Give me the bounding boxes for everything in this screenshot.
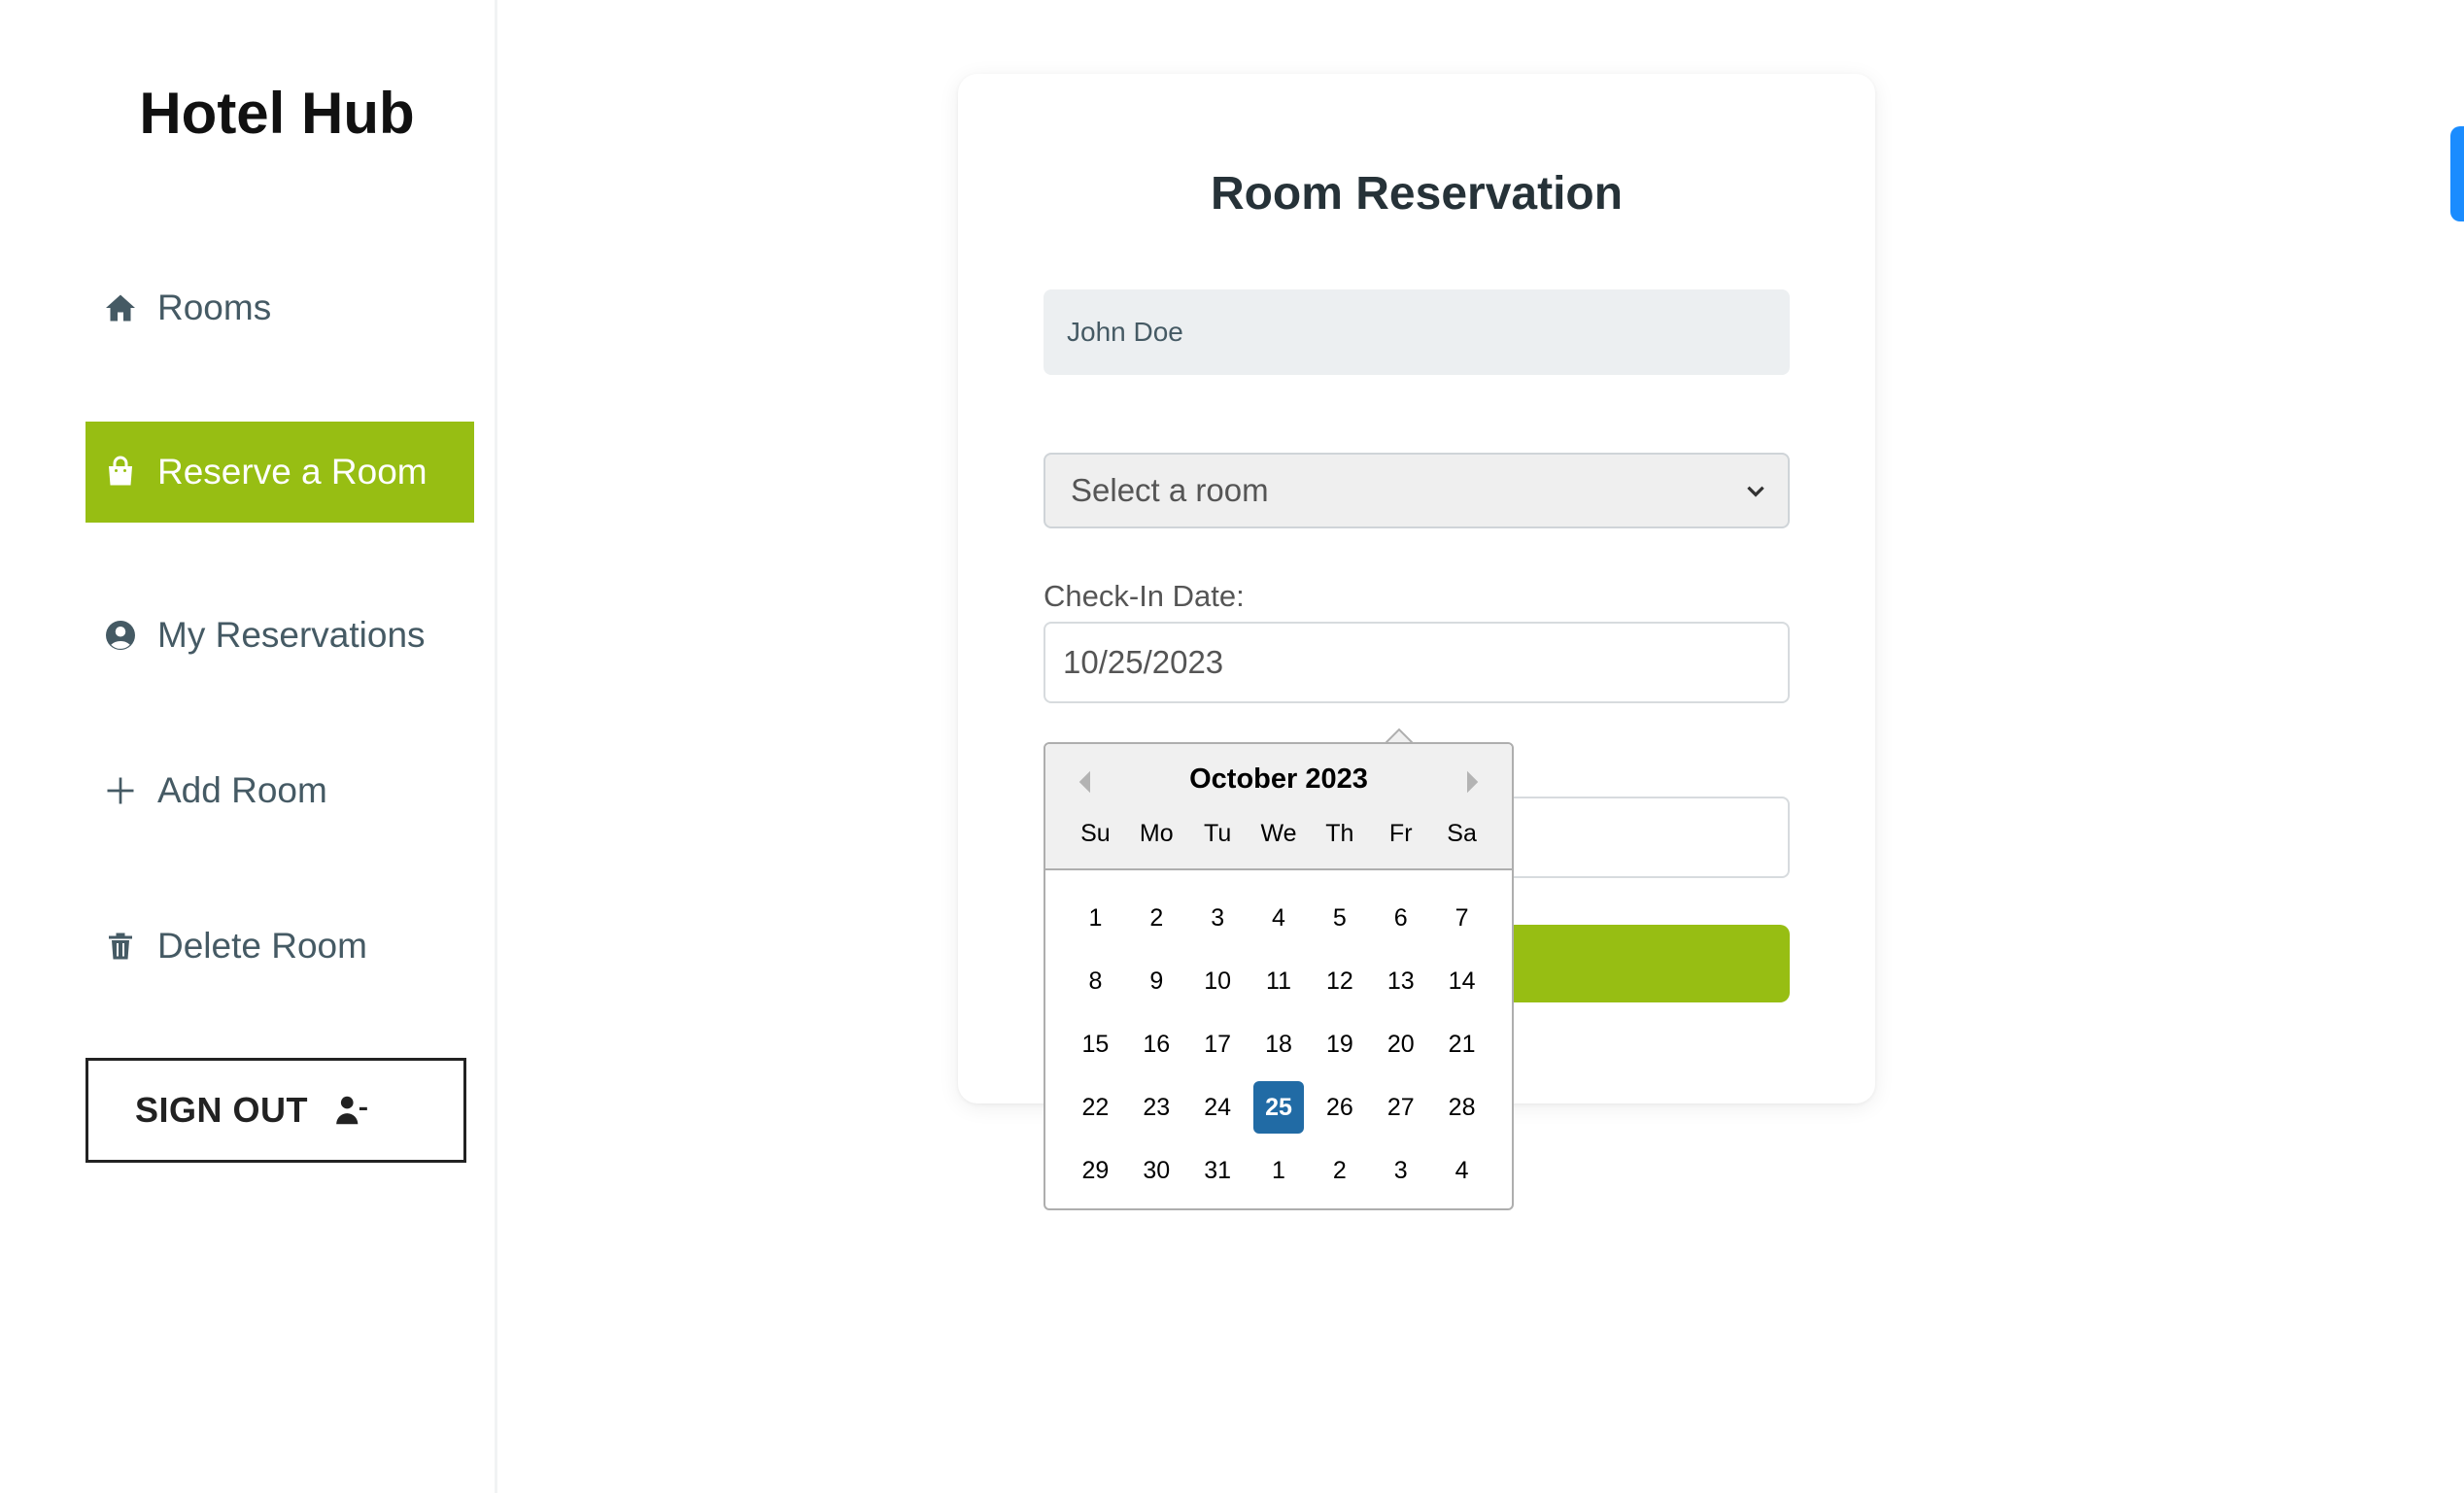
datepicker-header: October 2023 Su Mo Tu We Th Fr Sa xyxy=(1045,744,1512,870)
sidebar-item-my-reservations[interactable]: My Reservations xyxy=(86,585,474,686)
weekday-label: Th xyxy=(1325,820,1354,847)
datepicker-day[interactable]: 4 xyxy=(1437,1144,1488,1197)
weekday-label: Mo xyxy=(1139,820,1174,847)
datepicker-day[interactable]: 2 xyxy=(1131,892,1181,944)
weekday-label: Su xyxy=(1080,820,1111,847)
chevron-right-icon xyxy=(1467,770,1479,794)
sidebar-item-label: Add Room xyxy=(157,770,327,810)
name-field-value: John Doe xyxy=(1067,317,1183,347)
edge-tab[interactable] xyxy=(2450,126,2464,221)
datepicker-day[interactable]: 31 xyxy=(1192,1144,1243,1197)
datepicker-day[interactable]: 10 xyxy=(1192,955,1243,1007)
sidebar-item-add-room[interactable]: Add Room xyxy=(86,740,474,841)
sign-out-button[interactable]: SIGN OUT xyxy=(86,1058,466,1163)
datepicker-month-label: October 2023 xyxy=(1189,763,1368,795)
sidebar-item-label: My Reservations xyxy=(157,615,426,655)
datepicker-week: 8 9 10 11 12 13 14 xyxy=(1065,949,1492,1012)
datepicker-week: 29 30 31 1 2 3 4 xyxy=(1065,1138,1492,1202)
plus-icon xyxy=(103,773,138,808)
sidebar: Hotel Hub Rooms Reserve a Room My Reserv… xyxy=(0,0,497,1493)
datepicker-day[interactable]: 26 xyxy=(1315,1081,1365,1134)
datepicker-day[interactable]: 30 xyxy=(1131,1144,1181,1197)
datepicker-day[interactable]: 8 xyxy=(1071,955,1121,1007)
room-select-value: Select a room xyxy=(1071,472,1269,508)
datepicker-day[interactable]: 29 xyxy=(1071,1144,1121,1197)
sidebar-item-reserve-a-room[interactable]: Reserve a Room xyxy=(86,422,474,523)
datepicker-day[interactable]: 24 xyxy=(1192,1081,1243,1134)
datepicker-day[interactable]: 1 xyxy=(1253,1144,1304,1197)
checkin-label: Check-In Date: xyxy=(1044,579,1245,613)
sign-out-label: SIGN OUT xyxy=(135,1090,309,1130)
datepicker-day[interactable]: 14 xyxy=(1437,955,1488,1007)
datepicker-day[interactable]: 11 xyxy=(1253,955,1304,1007)
sidebar-item-label: Delete Room xyxy=(157,926,367,966)
datepicker-day[interactable]: 2 xyxy=(1315,1144,1365,1197)
datepicker-day[interactable]: 13 xyxy=(1376,955,1426,1007)
user-minus-icon xyxy=(333,1092,370,1129)
datepicker-day[interactable]: 19 xyxy=(1315,1018,1365,1070)
datepicker-day[interactable]: 9 xyxy=(1131,955,1181,1007)
datepicker-day[interactable]: 20 xyxy=(1376,1018,1426,1070)
datepicker-day[interactable]: 3 xyxy=(1192,892,1243,944)
datepicker-day[interactable]: 4 xyxy=(1253,892,1304,944)
sidebar-item-label: Reserve a Room xyxy=(157,452,428,492)
datepicker-day[interactable]: 27 xyxy=(1376,1081,1426,1134)
weekday-label: Tu xyxy=(1204,820,1232,847)
shopping-bag-icon xyxy=(103,455,138,490)
home-icon xyxy=(103,290,138,325)
datepicker-day[interactable]: 23 xyxy=(1131,1081,1181,1134)
datepicker-day[interactable]: 18 xyxy=(1253,1018,1304,1070)
datepicker-day[interactable]: 16 xyxy=(1131,1018,1181,1070)
datepicker-day[interactable]: 3 xyxy=(1376,1144,1426,1197)
page-title: Room Reservation xyxy=(1210,168,1624,220)
checkin-date-input[interactable]: 10/25/2023 xyxy=(1044,622,1790,703)
datepicker-week: 15 16 17 18 19 20 21 xyxy=(1065,1012,1492,1075)
datepicker-day[interactable]: 28 xyxy=(1437,1081,1488,1134)
room-select[interactable]: Select a room xyxy=(1044,453,1790,528)
datepicker-day[interactable]: 7 xyxy=(1437,892,1488,944)
datepicker-day[interactable]: 21 xyxy=(1437,1018,1488,1070)
datepicker-day[interactable]: 17 xyxy=(1192,1018,1243,1070)
datepicker-days: 1 2 3 4 5 6 7 8 9 10 11 12 13 14 15 16 17 18 19 20 21 22 23 24 2… xyxy=(1065,886,1492,1202)
chevron-down-icon xyxy=(1747,486,1764,497)
weekday-label: Fr xyxy=(1388,820,1413,847)
name-field[interactable]: John Doe xyxy=(1044,289,1790,375)
datepicker-day[interactable]: 15 xyxy=(1071,1018,1121,1070)
sidebar-item-delete-room[interactable]: Delete Room xyxy=(86,896,474,997)
datepicker: October 2023 Su Mo Tu We Th Fr Sa 123456… xyxy=(1044,742,1514,1210)
trash-icon xyxy=(103,929,138,964)
user-circle-icon xyxy=(103,618,138,653)
datepicker-week: 22 23 24 25 26 27 28 xyxy=(1065,1075,1492,1138)
datepicker-day-selected[interactable]: 25 xyxy=(1253,1080,1304,1134)
sidebar-item-rooms[interactable]: Rooms xyxy=(86,257,474,358)
brand-title: Hotel Hub xyxy=(139,81,415,146)
next-month-button[interactable] xyxy=(1457,767,1487,797)
weekday-label: We xyxy=(1260,820,1297,847)
weekday-label: Sa xyxy=(1447,820,1477,847)
checkin-date-value: 10/25/2023 xyxy=(1063,644,1224,680)
datepicker-day[interactable]: 6 xyxy=(1376,892,1426,944)
datepicker-day[interactable]: 12 xyxy=(1315,955,1365,1007)
datepicker-week: 1234567 xyxy=(1065,886,1492,949)
datepicker-day[interactable]: 22 xyxy=(1071,1081,1121,1134)
datepicker-day[interactable]: 1 xyxy=(1071,892,1121,944)
weekday-header: Su Mo Tu We Th Fr Sa xyxy=(1065,820,1492,848)
datepicker-day[interactable]: 5 xyxy=(1315,892,1365,944)
sidebar-item-label: Rooms xyxy=(157,288,272,327)
